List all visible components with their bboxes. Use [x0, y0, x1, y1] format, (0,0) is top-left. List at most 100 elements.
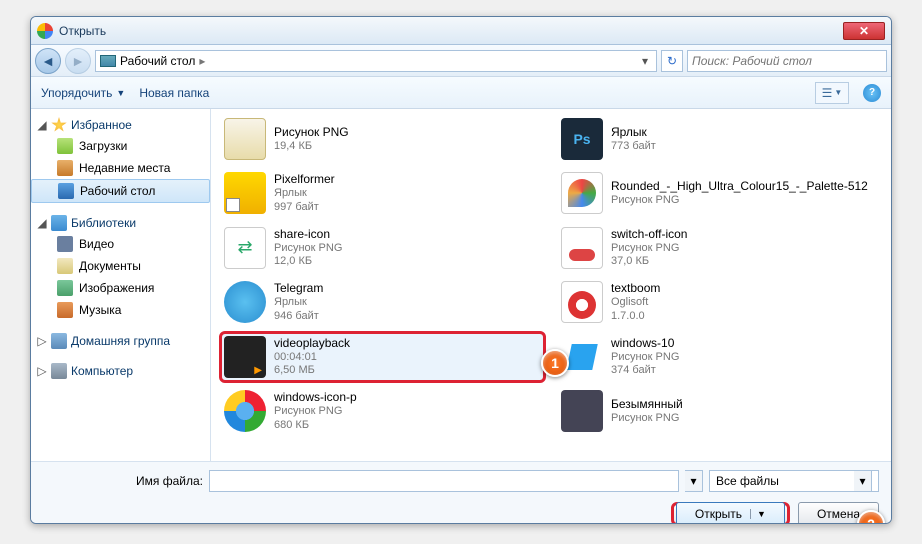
file-item[interactable]: Рисунок PNG19,4 КБ: [219, 113, 546, 165]
music-icon: [57, 302, 73, 318]
homegroup-icon: [51, 333, 67, 349]
file-item[interactable]: PixelformerЯрлык997 байт: [219, 167, 546, 220]
file-item[interactable]: TelegramЯрлык946 байт: [219, 276, 546, 329]
file-item[interactable]: windows-10Рисунок PNG374 байт: [556, 331, 883, 384]
file-list: Рисунок PNG19,4 КБPsЯрлык773 байтPixelfo…: [211, 109, 891, 461]
help-button[interactable]: ?: [863, 84, 881, 102]
video-icon: [57, 236, 73, 252]
refresh-button[interactable]: ↻: [661, 50, 683, 72]
libraries-icon: [51, 215, 67, 231]
filename-input[interactable]: [209, 470, 679, 492]
nav-bar: ◄ ► Рабочий стол ▸ ▾ ↻: [31, 45, 891, 77]
window-title: Открыть: [59, 24, 843, 38]
file-thumbnail-icon: [561, 172, 603, 214]
file-subtext: 1.7.0.0: [611, 310, 660, 324]
breadcrumb-location: Рабочий стол: [120, 54, 195, 68]
file-item[interactable]: switch-off-iconРисунок PNG37,0 КБ: [556, 222, 883, 275]
file-subtext: Ярлык: [274, 296, 323, 310]
titlebar: Открыть ✕: [31, 17, 891, 45]
collapse-icon: ◢: [37, 118, 47, 132]
open-button[interactable]: Открыть ▼: [676, 502, 785, 524]
view-options-button[interactable]: ☰▼: [815, 82, 849, 104]
file-name: Rounded_-_High_Ultra_Colour15_-_Palette-…: [611, 179, 868, 194]
sidebar-item-desktop[interactable]: Рабочий стол: [31, 179, 210, 203]
file-thumbnail-icon: [224, 336, 266, 378]
breadcrumb-dropdown[interactable]: ▾: [638, 54, 652, 68]
sidebar-item-downloads[interactable]: Загрузки: [31, 135, 210, 157]
file-subtext: 6,50 МБ: [274, 364, 350, 378]
callout-1: 1: [541, 349, 569, 377]
sidebar-computer[interactable]: ▷ Компьютер: [31, 361, 210, 381]
file-subtext: 374 байт: [611, 364, 679, 378]
desktop-icon: [100, 55, 116, 67]
recent-icon: [57, 160, 73, 176]
forward-button[interactable]: ►: [65, 48, 91, 74]
file-thumbnail-icon: [561, 281, 603, 323]
file-subtext: Рисунок PNG: [611, 242, 687, 256]
downloads-icon: [57, 138, 73, 154]
file-subtext: Ярлык: [274, 187, 335, 201]
file-subtext: 773 байт: [611, 140, 656, 154]
search-input[interactable]: [687, 50, 887, 72]
chrome-icon: [37, 23, 53, 39]
new-folder-button[interactable]: Новая папка: [139, 86, 209, 100]
file-subtext: Oglisoft: [611, 296, 660, 310]
sidebar-homegroup[interactable]: ▷ Домашняя группа: [31, 331, 210, 351]
file-item[interactable]: textboomOglisoft1.7.0.0: [556, 276, 883, 329]
expand-icon: ▷: [37, 334, 47, 348]
breadcrumb[interactable]: Рабочий стол ▸ ▾: [95, 50, 657, 72]
file-subtext: Рисунок PNG: [274, 405, 357, 419]
filename-history-dropdown[interactable]: ▾: [685, 470, 703, 492]
sidebar-item-music[interactable]: Музыка: [31, 299, 210, 321]
file-item[interactable]: videoplayback00:04:016,50 МБ: [219, 331, 546, 384]
file-subtext: 12,0 КБ: [274, 255, 342, 269]
file-name: switch-off-icon: [611, 227, 687, 242]
images-icon: [57, 280, 73, 296]
close-button[interactable]: ✕: [843, 22, 885, 40]
file-thumbnail-icon: ⇄: [224, 227, 266, 269]
file-thumbnail-icon: [224, 281, 266, 323]
file-subtext: 37,0 КБ: [611, 255, 687, 269]
file-item[interactable]: PsЯрлык773 байт: [556, 113, 883, 165]
file-subtext: 19,4 КБ: [274, 140, 349, 154]
back-button[interactable]: ◄: [35, 48, 61, 74]
sidebar-favorites[interactable]: ◢ Избранное: [31, 115, 210, 135]
file-thumbnail-icon: Ps: [561, 118, 603, 160]
open-button-highlight: Открыть ▼: [671, 502, 790, 524]
chevron-right-icon[interactable]: ▸: [199, 54, 205, 68]
sidebar-item-images[interactable]: Изображения: [31, 277, 210, 299]
expand-icon: ▷: [37, 364, 47, 378]
file-subtext: Рисунок PNG: [274, 242, 342, 256]
sidebar: ◢ Избранное Загрузки Недавние места Рабо…: [31, 109, 211, 461]
file-subtext: 680 КБ: [274, 419, 357, 433]
documents-icon: [57, 258, 73, 274]
filename-label: Имя файла:: [43, 474, 203, 488]
file-subtext: 00:04:01: [274, 351, 350, 365]
file-name: share-icon: [274, 227, 342, 242]
file-name: Pixelformer: [274, 172, 335, 187]
file-item[interactable]: ⇄ share-iconРисунок PNG12,0 КБ: [219, 222, 546, 275]
file-name: textboom: [611, 281, 660, 296]
file-item[interactable]: windows-icon-pРисунок PNG680 КБ: [219, 385, 546, 438]
organize-menu[interactable]: Упорядочить▼: [41, 86, 125, 100]
file-name: Рисунок PNG: [274, 125, 349, 140]
file-subtext: 997 байт: [274, 201, 335, 215]
toolbar: Упорядочить▼ Новая папка ☰▼ ?: [31, 77, 891, 109]
file-thumbnail-icon: [224, 118, 266, 160]
file-item[interactable]: Rounded_-_High_Ultra_Colour15_-_Palette-…: [556, 167, 883, 220]
sidebar-item-recent[interactable]: Недавние места: [31, 157, 210, 179]
filetype-filter[interactable]: Все файлы▾: [709, 470, 879, 492]
file-thumbnail-icon: [561, 227, 603, 269]
collapse-icon: ◢: [37, 216, 47, 230]
sidebar-item-video[interactable]: Видео: [31, 233, 210, 255]
open-split-dropdown[interactable]: ▼: [750, 509, 766, 519]
sidebar-item-documents[interactable]: Документы: [31, 255, 210, 277]
file-thumbnail-icon: [224, 172, 266, 214]
file-name: windows-10: [611, 336, 679, 351]
computer-icon: [51, 363, 67, 379]
open-dialog: Открыть ✕ ◄ ► Рабочий стол ▸ ▾ ↻ Упорядо…: [30, 16, 892, 524]
file-name: videoplayback: [274, 336, 350, 351]
file-item[interactable]: БезымянныйРисунок PNG: [556, 385, 883, 438]
file-name: windows-icon-p: [274, 390, 357, 405]
sidebar-libraries[interactable]: ◢ Библиотеки: [31, 213, 210, 233]
